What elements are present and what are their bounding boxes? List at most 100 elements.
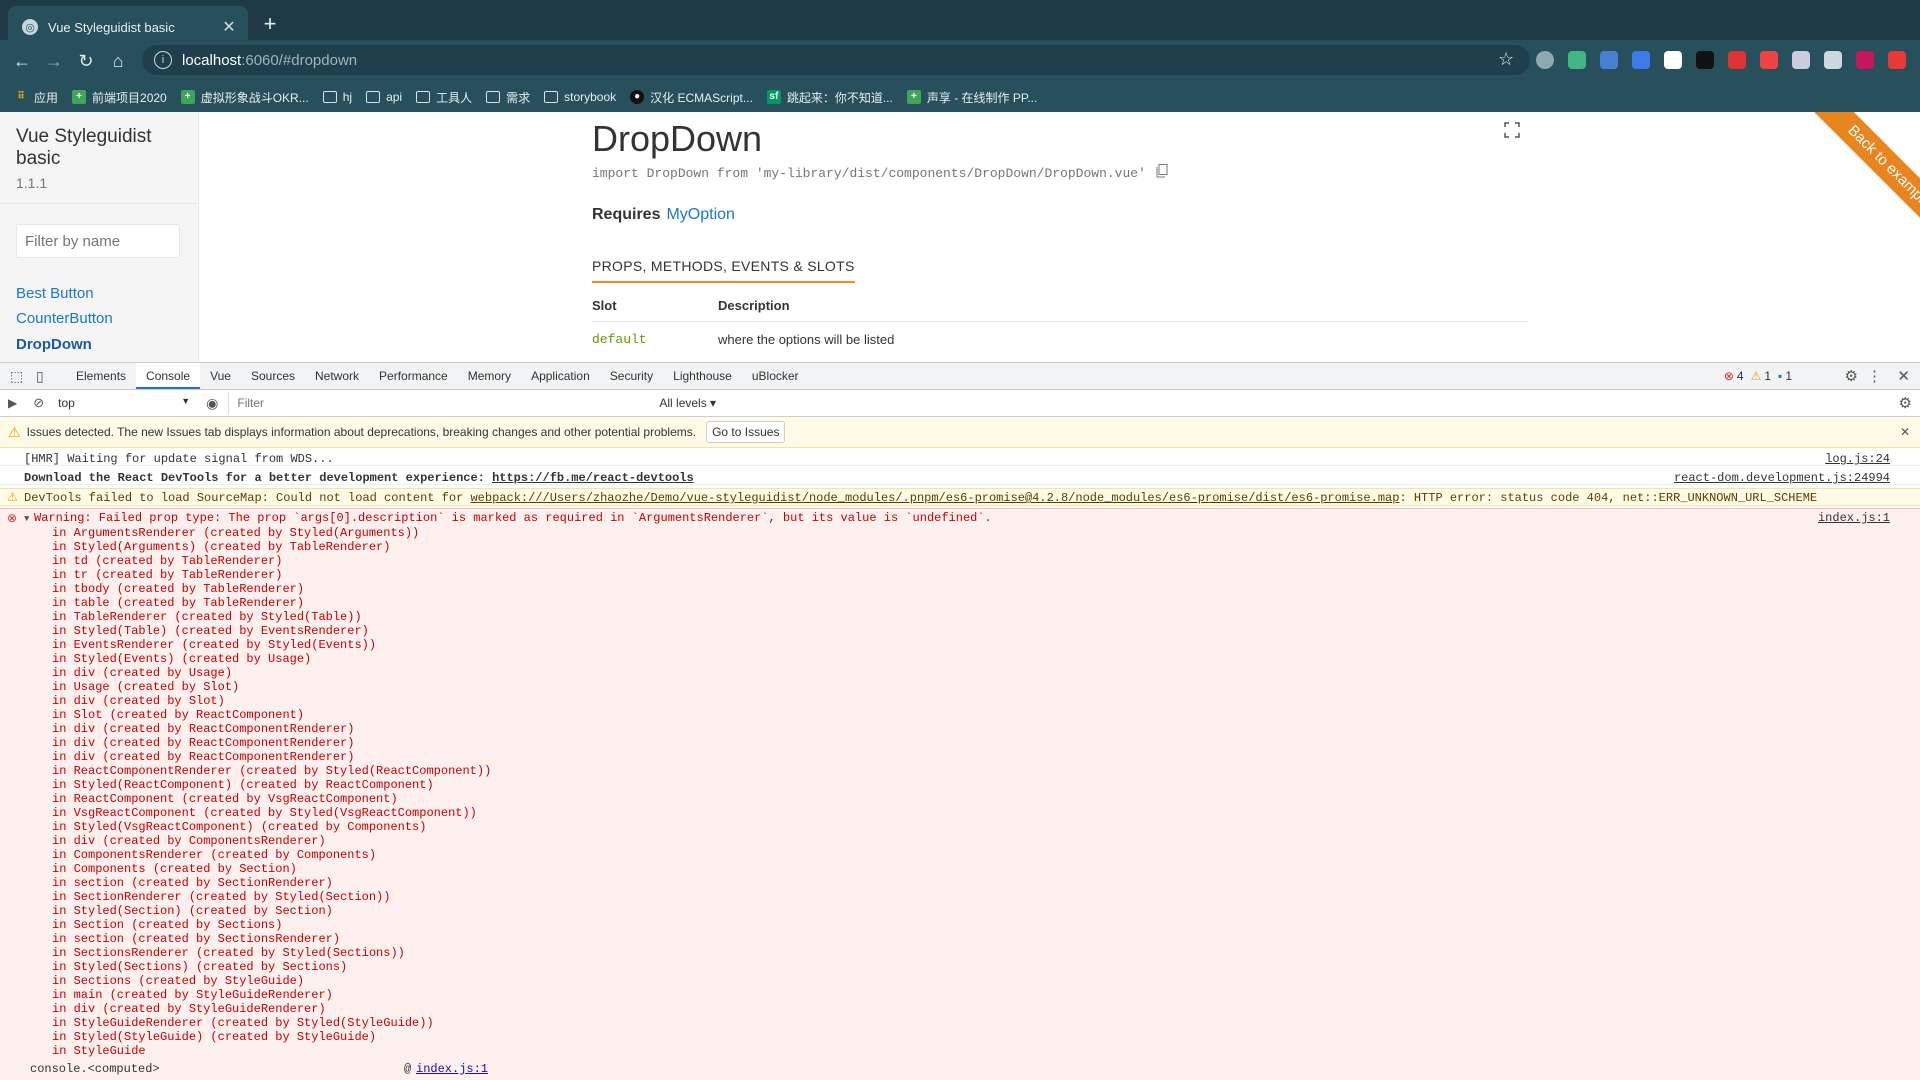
- bookmark-item[interactable]: ⠿ 应用: [14, 89, 58, 106]
- component-stack: in ArgumentsRenderer (created by Styled(…: [52, 526, 491, 1058]
- site-info-icon[interactable]: i: [154, 51, 172, 69]
- vue-favicon-icon: ◎: [22, 19, 38, 35]
- extension-icon[interactable]: [1632, 51, 1650, 69]
- bookmark-item[interactable]: hj: [322, 90, 352, 104]
- tab-security[interactable]: Security: [600, 363, 663, 389]
- settings-gear-icon[interactable]: ⚙: [1845, 367, 1858, 385]
- stack-frame: in tbody (created by TableRenderer): [52, 582, 305, 596]
- sidebar-divider: [0, 203, 198, 204]
- bookmark-item[interactable]: + 虚拟形象战斗OKR...: [180, 89, 309, 106]
- stack-frame: in section (created by SectionsRenderer): [52, 932, 341, 946]
- clear-console-icon[interactable]: ⊘: [33, 395, 44, 411]
- tab-application[interactable]: Application: [521, 363, 600, 389]
- requires-myoption-link[interactable]: MyOption: [666, 206, 734, 223]
- tab-elements[interactable]: Elements: [66, 363, 136, 389]
- close-devtools-icon[interactable]: ✕: [1897, 367, 1910, 385]
- bookmark-label: 跳起来：你不知道...: [786, 90, 893, 105]
- tab-sources[interactable]: Sources: [241, 363, 305, 389]
- stack-frame: in Section (created by Sections): [52, 918, 283, 932]
- device-toolbar-icon[interactable]: ▯: [36, 368, 52, 385]
- sidebar-title[interactable]: Vue Styleguidist basic: [16, 126, 186, 170]
- extension-icon[interactable]: [1888, 51, 1906, 69]
- extension-icon[interactable]: [1568, 51, 1586, 69]
- console-counts[interactable]: ⊗ 4 ⚠ 1 ▪ 1: [1724, 369, 1792, 383]
- tab-performance[interactable]: Performance: [369, 363, 458, 389]
- extension-icon[interactable]: [1664, 51, 1682, 69]
- computed-label: console.<computed>: [30, 1062, 160, 1076]
- close-banner-icon[interactable]: ✕: [1900, 425, 1910, 439]
- stack-frame: in EventsRenderer (created by Styled(Eve…: [52, 638, 377, 652]
- address-bar[interactable]: i localhost:6060/#dropdown: [142, 45, 1530, 75]
- stack-frame: in section (created by SectionRenderer): [52, 876, 333, 890]
- bookmark-item[interactable]: api: [366, 90, 402, 104]
- console-message: [HMR] Waiting for update signal from WDS…: [0, 450, 1920, 466]
- copy-icon[interactable]: [1156, 164, 1168, 178]
- close-tab-icon[interactable]: ✕: [218, 17, 240, 37]
- source-link[interactable]: react-dom.development.js:24994: [1674, 471, 1890, 485]
- back-to-examples-ribbon[interactable]: Back to examples: [1790, 112, 1920, 242]
- bookmark-item[interactable]: 需求: [486, 89, 530, 106]
- filter-by-name-input[interactable]: [16, 224, 180, 258]
- stack-frame: in Sections (created by StyleGuide): [52, 974, 305, 988]
- sidebar-item-dropdown[interactable]: DropDown: [16, 336, 92, 353]
- live-expression-eye-icon[interactable]: ◉: [206, 395, 218, 412]
- source-link[interactable]: log.js:24: [1825, 452, 1890, 466]
- log-levels-select[interactable]: All levels ▾: [659, 396, 716, 410]
- bookmark-item[interactable]: storybook: [544, 90, 616, 104]
- console-settings-gear-icon[interactable]: ⚙: [1899, 394, 1912, 412]
- component-title: DropDown: [592, 118, 763, 159]
- extension-icon[interactable]: [1824, 51, 1842, 69]
- tab-network[interactable]: Network: [305, 363, 369, 389]
- back-icon[interactable]: ←: [10, 49, 34, 73]
- devtools-tabbar: ⬚ ▯ Elements Console Vue Sources Network Perf…: [0, 362, 1920, 390]
- context-selector[interactable]: top ▼: [58, 396, 190, 410]
- bookmark-item[interactable]: + 前端项目2020: [72, 89, 167, 106]
- ribbon-label[interactable]: Back to examples: [1804, 112, 1920, 242]
- bookmark-item[interactable]: 工具人: [416, 89, 472, 106]
- console-toolbar: ▶ ⊘ top ▼ ◉ All levels ▾ ⚙: [0, 390, 1920, 417]
- sidebar-item-best-button[interactable]: Best Button: [16, 285, 94, 302]
- warning-icon: ⚠: [1750, 369, 1762, 383]
- tab-console[interactable]: Console: [136, 363, 201, 389]
- inspect-element-icon[interactable]: ⬚: [10, 368, 26, 385]
- bookmark-item[interactable]: sf 跳起来：你不知道...: [766, 89, 893, 106]
- home-icon[interactable]: ⌂: [106, 49, 130, 73]
- go-to-issues-button[interactable]: Go to Issues: [706, 421, 786, 443]
- tab-lighthouse[interactable]: Lighthouse: [663, 363, 742, 389]
- forward-icon[interactable]: →: [42, 49, 66, 73]
- extension-icon[interactable]: [1696, 51, 1714, 69]
- sheet-icon: +: [180, 90, 195, 104]
- sourcemap-link[interactable]: webpack:///Users/zhaozhe/Demo/vue-styleg…: [470, 491, 1399, 505]
- new-tab-icon[interactable]: +: [258, 12, 282, 36]
- bookmark-label: 需求: [506, 90, 531, 105]
- stack-frame: in Styled(Section) (created by Section): [52, 904, 333, 918]
- extension-icon[interactable]: [1728, 51, 1746, 69]
- console-filter-input[interactable]: [228, 392, 652, 414]
- extension-icon[interactable]: [1792, 51, 1810, 69]
- computed-line: console.<computed> @ index.js:1: [0, 1062, 1920, 1076]
- sidebar-version: 1.1.1: [16, 175, 48, 191]
- sidebar-item-counterbutton[interactable]: CounterButton: [16, 310, 113, 327]
- more-options-icon[interactable]: ⋮: [1867, 367, 1882, 385]
- reload-icon[interactable]: ↻: [74, 49, 98, 73]
- source-link[interactable]: index.js:1: [1818, 511, 1890, 525]
- error-count: 4: [1736, 369, 1744, 383]
- expand-triangle-icon[interactable]: ▼: [24, 512, 29, 526]
- fullscreen-icon[interactable]: [1504, 122, 1520, 138]
- extension-icon[interactable]: [1760, 51, 1778, 69]
- console-message: Download the React DevTools for a better…: [0, 469, 1920, 485]
- react-devtools-link[interactable]: https://fb.me/react-devtools: [492, 471, 694, 485]
- extension-icon[interactable]: [1536, 51, 1554, 69]
- devtools-panel: ⬚ ▯ Elements Console Vue Sources Network Perf…: [0, 362, 1920, 1080]
- tab-memory[interactable]: Memory: [458, 363, 521, 389]
- bookmark-item[interactable]: ● 汉化 ECMAScript...: [630, 89, 753, 106]
- sidebar-toggle-icon[interactable]: ▶: [8, 396, 17, 410]
- extension-icon[interactable]: [1600, 51, 1618, 69]
- tab-ublocker[interactable]: uBlocker: [742, 363, 809, 389]
- tab-vue[interactable]: Vue: [200, 363, 241, 389]
- extension-icon[interactable]: [1856, 51, 1874, 69]
- bookmark-item[interactable]: + 声享 - 在线制作 PP...: [906, 89, 1037, 106]
- tab-props-methods-events-slots[interactable]: PROPS, METHODS, EVENTS & SLOTS: [592, 258, 855, 283]
- computed-source-link[interactable]: index.js:1: [416, 1062, 488, 1076]
- bookmark-star-icon[interactable]: ☆: [1498, 49, 1514, 70]
